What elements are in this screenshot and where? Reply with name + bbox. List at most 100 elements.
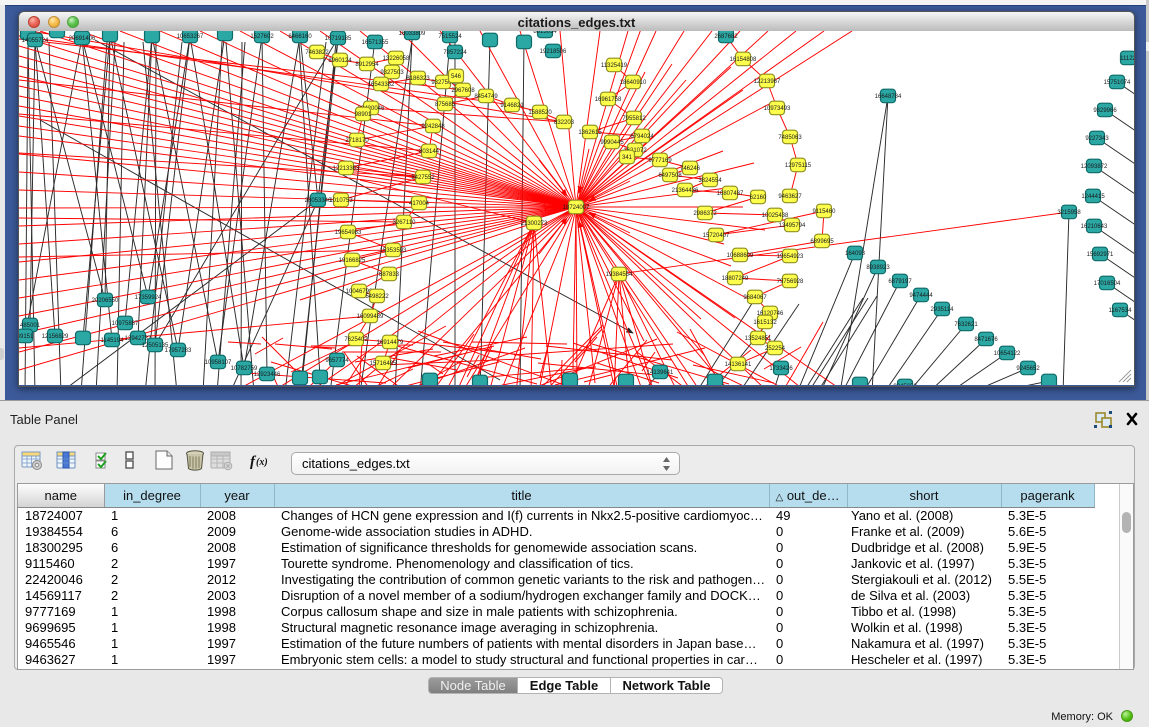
svg-text:9463627: 9463627 (778, 194, 802, 200)
svg-text:8938923: 8938923 (866, 265, 890, 271)
svg-text:1527602: 1527602 (250, 34, 274, 40)
svg-text:8471676: 8471676 (974, 337, 998, 343)
svg-text:15751074: 15751074 (1104, 80, 1131, 86)
svg-text:9474444: 9474444 (909, 293, 933, 299)
svg-text:2718170: 2718170 (345, 138, 369, 144)
svg-text:1588520: 1588520 (528, 110, 552, 116)
svg-text:9327503: 9327503 (380, 70, 404, 76)
svg-text:9245652: 9245652 (1016, 366, 1040, 372)
svg-text:79756928: 79756928 (777, 279, 804, 285)
svg-text:2986372: 2986372 (693, 211, 717, 217)
svg-text:10807487: 10807487 (717, 191, 744, 197)
svg-text:1615132: 1615132 (753, 320, 777, 326)
svg-text:14136141: 14136141 (725, 362, 752, 368)
svg-text:11325419: 11325419 (601, 63, 628, 69)
svg-text:21364436: 21364436 (672, 188, 699, 194)
svg-text:6899695: 6899695 (810, 239, 834, 245)
svg-text:16648784: 16648784 (875, 94, 902, 100)
svg-text:17016504: 17016504 (1094, 281, 1121, 287)
svg-text:1733426: 1733426 (769, 366, 793, 372)
svg-text:9777169: 9777169 (648, 158, 672, 164)
svg-text:14055724: 14055724 (22, 38, 49, 44)
svg-text:1244415: 1244415 (1081, 194, 1105, 200)
svg-text:9115460: 9115460 (813, 209, 837, 215)
svg-text:546: 546 (451, 74, 462, 80)
svg-text:19654923: 19654923 (777, 254, 804, 260)
svg-text:10688609: 10688609 (727, 253, 754, 259)
svg-text:803144: 803144 (419, 149, 440, 155)
svg-text:12213967: 12213967 (754, 79, 781, 85)
svg-text:19654983: 19654983 (335, 230, 362, 236)
svg-text:18724007: 18724007 (563, 205, 590, 211)
svg-text:7463822: 7463822 (305, 50, 329, 56)
svg-text:9245652: 9245652 (893, 384, 917, 385)
svg-text:13226058: 13226058 (383, 56, 410, 62)
svg-text:20206550: 20206550 (92, 298, 119, 304)
svg-text:10973493: 10973493 (764, 106, 791, 112)
svg-text:(x): (x) (256, 457, 268, 468)
svg-text:8813054: 8813054 (533, 31, 557, 35)
svg-text:1145194: 1145194 (101, 338, 125, 344)
svg-text:2967608: 2967608 (451, 88, 475, 94)
svg-text:20691406: 20691406 (69, 36, 96, 42)
svg-text:10719185: 10719185 (325, 36, 352, 42)
svg-text:8960124: 8960124 (328, 58, 352, 64)
svg-text:485001: 485001 (20, 323, 41, 329)
svg-text:10958107: 10958107 (205, 360, 232, 366)
svg-text:17359924: 17359924 (135, 295, 162, 301)
svg-text:14139641: 14139641 (647, 370, 674, 376)
svg-text:8186323: 8186323 (406, 76, 430, 82)
svg-text:28053346: 28053346 (305, 198, 332, 204)
svg-text:6794024: 6794024 (630, 134, 654, 140)
svg-text:16210643: 16210643 (1081, 224, 1108, 230)
svg-text:10654122: 10654122 (994, 351, 1021, 357)
svg-text:19166825: 19166825 (339, 258, 366, 264)
svg-text:1362615: 1362615 (578, 130, 602, 136)
svg-text:9146821: 9146821 (500, 103, 524, 109)
svg-text:5498222: 5498222 (365, 294, 389, 300)
svg-text:16914479: 16914479 (377, 340, 404, 346)
svg-text:15353593: 15353593 (380, 248, 407, 254)
svg-text:19218506: 19218506 (540, 49, 567, 55)
svg-text:2687682: 2687682 (714, 34, 738, 40)
svg-text:417004: 417004 (409, 201, 430, 207)
svg-text:12093872: 12093872 (1081, 164, 1108, 170)
svg-text:16099489: 16099489 (357, 314, 384, 320)
svg-text:3824554: 3824554 (698, 178, 722, 184)
svg-text:8912954: 8912954 (355, 62, 379, 68)
svg-text:6879197: 6879197 (888, 279, 912, 285)
svg-text:16154808: 16154808 (730, 57, 757, 63)
svg-text:6466160: 6466160 (288, 34, 312, 40)
svg-text:9990445: 9990445 (600, 140, 624, 146)
svg-text:16543382: 16543382 (368, 82, 395, 88)
svg-text:9657774: 9657774 (325, 358, 349, 364)
svg-text:98901: 98901 (355, 112, 372, 118)
svg-text:12213363: 12213363 (333, 166, 360, 172)
svg-text:15720407: 15720407 (703, 233, 730, 239)
svg-text:8427552: 8427552 (411, 175, 435, 181)
svg-text:19384554: 19384554 (606, 272, 633, 278)
svg-text:12975115: 12975115 (785, 163, 812, 169)
svg-text:7625402: 7625402 (344, 337, 368, 343)
svg-text:252254: 252254 (765, 346, 786, 352)
svg-text:832203: 832203 (554, 120, 575, 126)
svg-text:13524851: 13524851 (745, 336, 772, 342)
svg-text:10653267: 10653267 (177, 34, 204, 40)
svg-text:1010753: 1010753 (329, 198, 353, 204)
svg-text:1167534: 1167534 (1109, 308, 1133, 314)
svg-text:7955812: 7955812 (622, 116, 646, 122)
svg-text:3267110: 3267110 (393, 220, 417, 226)
svg-text:3215958: 3215958 (1057, 210, 1081, 216)
svg-text:7485063: 7485063 (778, 135, 802, 141)
svg-text:7632621: 7632621 (954, 322, 978, 328)
svg-text:16571355: 16571355 (362, 40, 389, 46)
svg-text:9684067: 9684067 (743, 295, 767, 301)
svg-text:12923446: 12923446 (254, 372, 281, 378)
svg-text:39151: 39151 (19, 334, 34, 340)
svg-text:13495794: 13495794 (779, 223, 806, 229)
svg-text:164093: 164093 (845, 251, 866, 257)
svg-text:16961758: 16961758 (595, 97, 622, 103)
svg-text:9242848: 9242848 (421, 124, 445, 130)
svg-text:875685: 875685 (435, 102, 456, 108)
svg-text:15692971: 15692971 (1087, 252, 1114, 258)
